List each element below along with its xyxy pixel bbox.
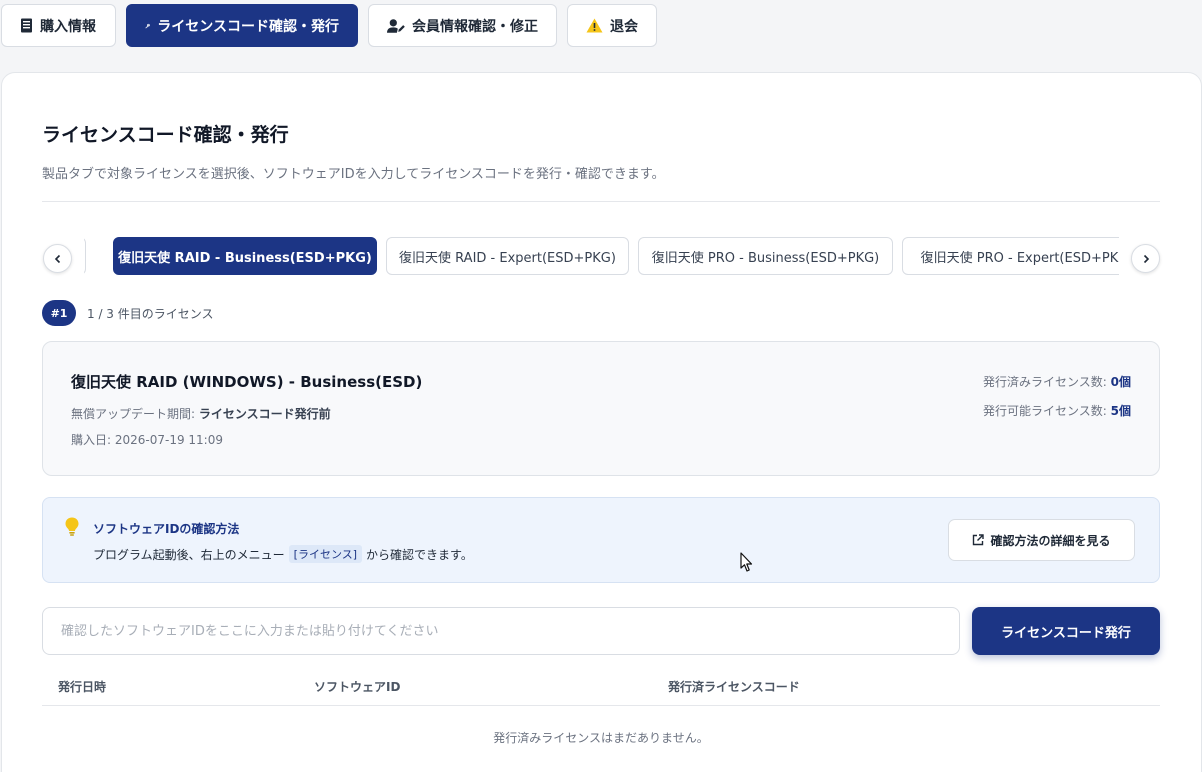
lightbulb-icon: [65, 517, 79, 536]
scroll-left-button[interactable]: [43, 244, 72, 273]
main-card: ライセンスコード確認・発行 製品タブで対象ライセンスを選択後、ソフトウェアIDを…: [1, 72, 1202, 772]
tab-license-code[interactable]: ライセンスコード確認・発行: [126, 4, 358, 47]
warning-icon: [586, 18, 603, 33]
product-tab-raid-expert[interactable]: 復旧天使 RAID - Expert(ESD+PKG): [386, 237, 629, 275]
product-tab-pro-expert[interactable]: 復旧天使 PRO - Expert(ESD+PKG): [902, 237, 1119, 275]
chevron-right-icon: [1143, 254, 1149, 263]
issued-count-label: 発行済みライセンス数:: [983, 375, 1111, 389]
user-edit-icon: [387, 18, 405, 33]
top-nav: 購入情報 ライセンスコード確認・発行 会員情報確認・修正 退会: [1, 4, 657, 47]
column-header-issue-date: 発行日時: [58, 680, 107, 694]
purchase-date: 購入日: 2026-07-19 11:09: [71, 433, 223, 447]
product-tab-pro-business[interactable]: 復旧天使 PRO - Business(ESD+PKG): [638, 237, 893, 275]
tab-withdraw[interactable]: 退会: [567, 4, 657, 47]
product-tab-label: 復旧天使 RAID - Expert(ESD+PKG): [399, 250, 616, 266]
tab-member-info[interactable]: 会員情報確認・修正: [368, 4, 557, 47]
chevron-left-icon: [54, 254, 60, 263]
view-details-button[interactable]: 確認方法の詳細を見る: [948, 519, 1135, 561]
issued-license-count: 発行済みライセンス数: 0個: [983, 373, 1131, 390]
product-tab-raid-business[interactable]: 復旧天使 RAID - Business(ESD+PKG): [113, 237, 377, 275]
software-id-input[interactable]: [42, 607, 960, 655]
page-title: ライセンスコード確認・発行: [42, 124, 289, 146]
hint-title: ソフトウェアIDの確認方法: [93, 522, 240, 536]
product-tab-label: 復旧天使 PRO - Business(ESD+PKG): [651, 250, 880, 266]
hint-text-before: プログラム起動後、右上のメニュー: [93, 547, 285, 562]
empty-table-message: 発行済みライセンスはまだありません。: [493, 731, 709, 745]
receipt-icon: [21, 18, 32, 33]
key-icon: [145, 23, 150, 28]
mouse-cursor-icon: [740, 552, 753, 572]
available-count-label: 発行可能ライセンス数:: [983, 404, 1111, 418]
issue-license-button[interactable]: ライセンスコード発行: [972, 607, 1160, 655]
column-header-software-id: ソフトウェアID: [314, 680, 401, 694]
view-details-label: 確認方法の詳細を見る: [990, 533, 1111, 548]
issued-count-value: 0個: [1110, 375, 1131, 389]
product-tab-label: 復旧天使 PRO - Expert(ESD+PKG): [920, 250, 1119, 266]
tab-withdraw-label: 退会: [610, 18, 638, 35]
license-name: 復旧天使 RAID (WINDOWS) - Business(ESD): [71, 373, 423, 391]
product-tab-hidden[interactable]: [84, 237, 86, 275]
table-header-divider: [42, 705, 1160, 706]
license-menu-tag: [ライセンス]: [288, 545, 363, 563]
tab-purchase-info[interactable]: 購入情報: [1, 4, 116, 47]
product-tab-strip: 復旧天使 RAID - Business(ESD+PKG) 復旧天使 RAID …: [84, 237, 1119, 277]
license-update-period: 無償アップデート期間: ライセンスコード発行前: [71, 405, 331, 422]
license-count-text: 1 / 3 件目のライセンス: [87, 307, 214, 321]
page-description: 製品タブで対象ライセンスを選択後、ソフトウェアIDを入力してライセンスコードを発…: [42, 167, 665, 182]
column-header-license-code: 発行済ライセンスコード: [668, 680, 800, 694]
tab-license-code-label: ライセンスコード確認・発行: [157, 18, 339, 35]
tab-purchase-info-label: 購入情報: [40, 18, 96, 35]
hint-text: プログラム起動後、右上のメニュー [ライセンス] から確認できます。: [93, 545, 473, 563]
license-index-badge: #1: [42, 300, 76, 326]
product-tab-label: 復旧天使 RAID - Business(ESD+PKG): [118, 250, 372, 266]
divider: [42, 201, 1160, 202]
available-license-count: 発行可能ライセンス数: 5個: [983, 402, 1131, 419]
external-link-icon: [973, 534, 985, 546]
available-count-value: 5個: [1110, 404, 1131, 418]
update-period-value: ライセンスコード発行前: [198, 407, 331, 421]
license-info-box: 復旧天使 RAID (WINDOWS) - Business(ESD) 無償アッ…: [42, 341, 1160, 476]
scroll-right-button[interactable]: [1131, 244, 1160, 273]
software-id-hint-box: ソフトウェアIDの確認方法 プログラム起動後、右上のメニュー [ライセンス] か…: [42, 497, 1160, 583]
update-period-label: 無償アップデート期間:: [71, 407, 199, 421]
tab-member-info-label: 会員情報確認・修正: [412, 18, 538, 35]
hint-text-after: から確認できます。: [366, 547, 473, 562]
